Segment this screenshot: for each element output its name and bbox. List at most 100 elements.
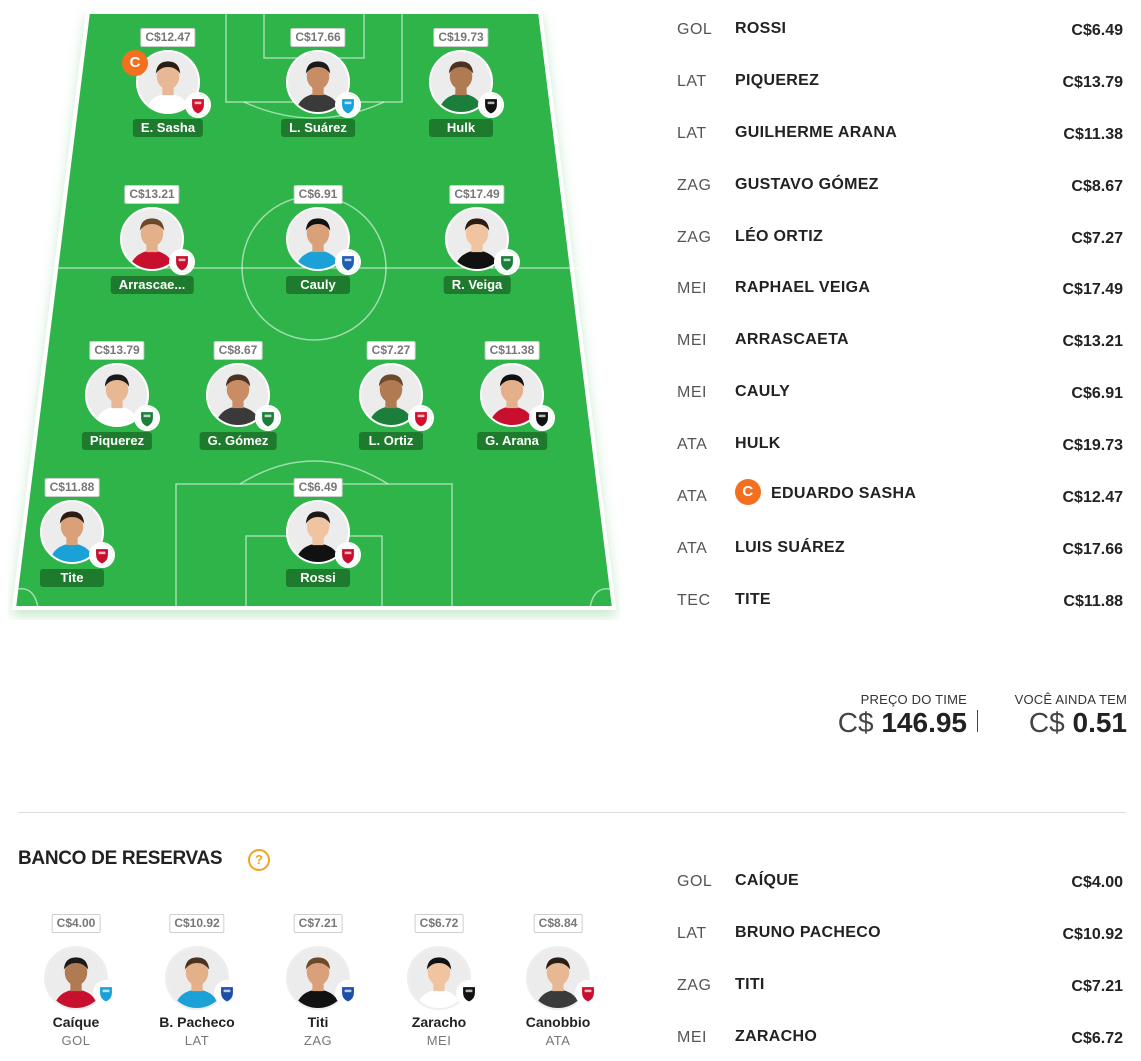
bench-row[interactable]: MEI ZARACHO C$6.72 <box>677 1012 1127 1061</box>
field-player[interactable]: C$7.27 L. Ortiz <box>326 341 456 461</box>
player-full-name: BRUNO PACHECO <box>735 923 881 941</box>
player-position: ZAG <box>677 976 712 994</box>
player-name: B. Pacheco <box>159 1014 235 1030</box>
player-position: ATA <box>545 1033 571 1048</box>
lineup-row[interactable]: GOL ROSSI C$6.49 <box>677 4 1127 56</box>
player-position: LAT <box>677 72 707 90</box>
field-player[interactable]: C$12.47 C E. Sasha <box>103 28 233 148</box>
lineup-row[interactable]: MEI CAULY C$6.91 <box>677 367 1127 419</box>
player-price: C$10.92 <box>169 914 225 933</box>
field-player[interactable]: C$11.88 Tite <box>7 478 137 598</box>
player-position: LAT <box>677 124 707 142</box>
player-price: C$6.72 <box>414 914 464 933</box>
team-price-currency: C$ <box>837 707 874 738</box>
section-divider <box>18 812 1126 813</box>
bench-player[interactable]: C$10.92 B. Pacheco LAT <box>139 912 255 1052</box>
lineup-row[interactable]: ATA C EDUARDO SASHA C$12.47 <box>677 471 1127 523</box>
player-price: C$11.38 <box>1063 125 1123 143</box>
remaining-budget: VOCÊ AINDA TEM C$ 0.51 <box>987 692 1127 739</box>
flamengo-badge <box>169 249 195 275</box>
lineup-row[interactable]: ATA LUIS SUÁREZ C$17.66 <box>677 523 1127 575</box>
field-player[interactable]: C$19.73 Hulk <box>396 28 526 148</box>
player-price: C$13.79 <box>1062 73 1124 91</box>
lineup-row[interactable]: ZAG GUSTAVO GÓMEZ C$8.67 <box>677 160 1127 212</box>
player-name: Canobbio <box>525 1014 591 1030</box>
field-player[interactable]: C$17.66 L. Suárez <box>253 28 383 148</box>
field-player[interactable]: C$6.91 Cauly <box>253 185 383 305</box>
player-price: C$17.66 <box>290 28 346 47</box>
field-player[interactable]: C$6.49 Rossi <box>253 478 383 598</box>
player-name-cell: LUIS SUÁREZ <box>735 539 845 557</box>
lineup-row[interactable]: TEC TITE C$11.88 <box>677 575 1127 627</box>
player-name: Tite <box>40 569 104 587</box>
bench-player[interactable]: C$7.21 Titi ZAG <box>260 912 376 1052</box>
player-full-name: CAULY <box>735 383 791 401</box>
player-position: ATA <box>677 488 708 506</box>
bench-row[interactable]: ZAG TITI C$7.21 <box>677 960 1127 1012</box>
player-price: C$19.73 <box>1062 437 1124 455</box>
player-position: MEI <box>677 332 707 350</box>
player-price: C$7.27 <box>366 341 416 360</box>
lineup-row[interactable]: LAT GUILHERME ARANA C$11.38 <box>677 108 1127 160</box>
player-position: ATA <box>677 436 708 454</box>
bench-player[interactable]: C$4.00 Caíque GOL <box>18 912 134 1052</box>
player-name: L. Ortiz <box>359 432 423 450</box>
bench-player[interactable]: C$6.72 Zaracho MEI <box>381 912 497 1052</box>
red-bull-bragantino-badge <box>408 405 434 431</box>
atletico-mineiro-badge <box>456 980 482 1006</box>
player-price: C$6.91 <box>293 185 343 204</box>
player-name: E. Sasha <box>132 119 204 137</box>
lineup-row[interactable]: ATA HULK C$19.73 <box>677 419 1127 471</box>
player-position: MEI <box>677 384 707 402</box>
team-price-label: PREÇO DO TIME <box>860 692 967 707</box>
field-player[interactable]: C$13.79 Piquerez <box>52 341 182 461</box>
player-position: LAT <box>677 924 707 942</box>
lineup-row[interactable]: MEI ARRASCAETA C$13.21 <box>677 315 1127 367</box>
field-player[interactable]: C$11.38 G. Arana <box>447 341 577 461</box>
player-price: C$4.00 <box>1071 874 1123 891</box>
player-name: R. Veiga <box>443 276 511 294</box>
player-name-cell: GUILHERME ARANA <box>735 124 897 142</box>
field-player[interactable]: C$8.67 G. Gómez <box>173 341 303 461</box>
player-price: C$11.88 <box>1063 592 1123 610</box>
captain-icon: C <box>735 479 761 506</box>
lineup-row[interactable]: LAT PIQUEREZ C$13.79 <box>677 56 1127 108</box>
player-name: L. Suárez <box>281 119 355 137</box>
lineup-row[interactable]: ZAG LÉO ORTIZ C$7.27 <box>677 212 1127 264</box>
field-player[interactable]: C$17.49 R. Veiga <box>412 185 542 305</box>
player-full-name: ZARACHO <box>735 1027 818 1045</box>
player-name: G. Gómez <box>199 432 277 450</box>
totals-separator <box>977 710 978 732</box>
player-price: C$7.21 <box>1071 977 1123 995</box>
player-position: MEI <box>677 280 707 298</box>
player-price: C$17.49 <box>449 185 505 204</box>
lineup-row[interactable]: MEI RAPHAEL VEIGA C$17.49 <box>677 263 1127 315</box>
player-position: TEC <box>677 591 711 609</box>
player-price: C$8.67 <box>213 341 263 360</box>
bench-title: BANCO DE RESERVAS <box>18 848 223 869</box>
player-position: MEI <box>677 1028 707 1046</box>
team-totals: PREÇO DO TIME C$ 146.95 VOCÊ AINDA TEM C… <box>807 692 1127 742</box>
player-position: LAT <box>184 1033 210 1048</box>
atletico-mineiro-badge <box>529 405 555 431</box>
player-price: C$12.47 <box>140 28 196 47</box>
atletico-mineiro-badge <box>478 92 504 118</box>
player-name-cell: RAPHAEL VEIGA <box>735 279 870 297</box>
gremio-badge <box>93 980 119 1006</box>
player-position: ZAG <box>677 228 712 246</box>
player-position: ZAG <box>677 176 712 194</box>
player-price: C$8.84 <box>533 914 583 933</box>
player-full-name: PIQUEREZ <box>735 71 820 89</box>
player-price: C$19.73 <box>433 28 489 47</box>
field-player[interactable]: C$13.21 Arrascae... <box>87 185 217 305</box>
player-price: C$6.91 <box>1071 385 1123 403</box>
bench-row[interactable]: GOL CAÍQUE C$4.00 <box>677 856 1127 908</box>
player-full-name: ROSSI <box>735 20 787 37</box>
bench-list: GOL CAÍQUE C$4.00 LAT BRUNO PACHECO C$10.92 ZA… <box>677 856 1127 1061</box>
bench-row[interactable]: LAT BRUNO PACHECO C$10.92 <box>677 908 1127 960</box>
bench-player[interactable]: C$8.84 Canobbio ATA <box>500 912 616 1052</box>
bahia-badge <box>335 249 361 275</box>
player-price: C$11.88 <box>44 478 100 497</box>
help-icon[interactable]: ? <box>248 849 270 871</box>
player-name: Caíque <box>52 1014 100 1030</box>
